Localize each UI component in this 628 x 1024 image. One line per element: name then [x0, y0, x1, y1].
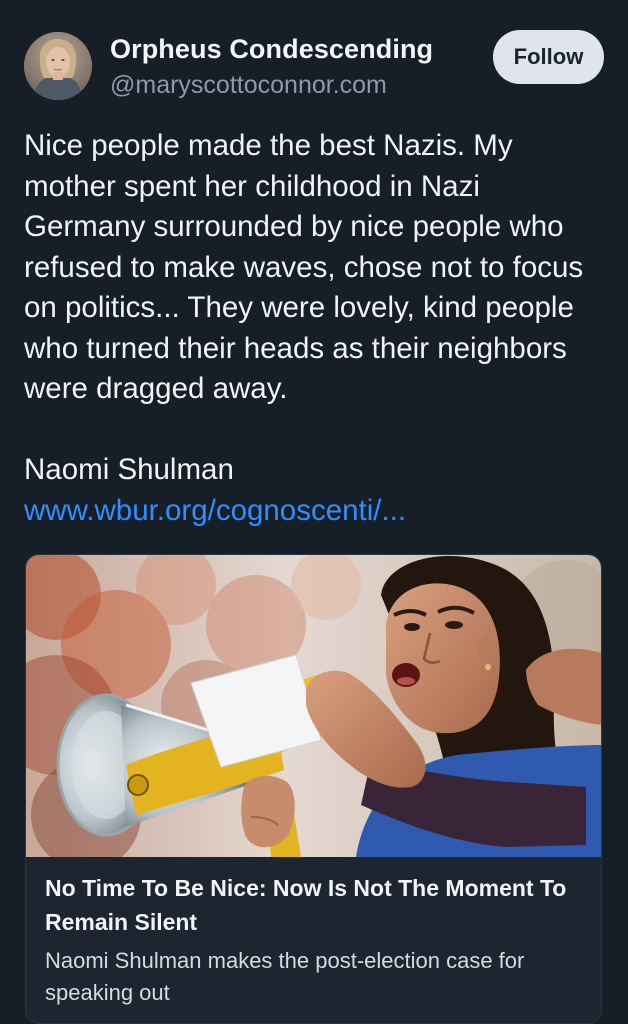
author-handle[interactable]: @maryscottoconnor.com: [110, 71, 433, 100]
post-link[interactable]: www.wbur.org/cognoscenti/...: [24, 491, 406, 532]
post: Orpheus Condescending @maryscottoconnor.…: [0, 0, 628, 1024]
link-card-image: [26, 555, 601, 857]
avatar[interactable]: [24, 32, 92, 100]
author-info[interactable]: Orpheus Condescending @maryscottoconnor.…: [110, 34, 433, 100]
link-card-description: Naomi Shulman makes the post-election ca…: [45, 948, 525, 1005]
post-header: Orpheus Condescending @maryscottoconnor.…: [24, 30, 604, 102]
author-display-name[interactable]: Orpheus Condescending: [110, 34, 433, 65]
follow-button[interactable]: Follow: [493, 30, 604, 84]
link-card[interactable]: No Time To Be Nice: Now Is Not The Momen…: [25, 554, 602, 1024]
link-card-title[interactable]: No Time To Be Nice: Now Is Not The Momen…: [45, 871, 575, 939]
post-text: Nice people made the best Nazis. My moth…: [24, 129, 584, 486]
user-avatar-icon: [24, 32, 92, 100]
